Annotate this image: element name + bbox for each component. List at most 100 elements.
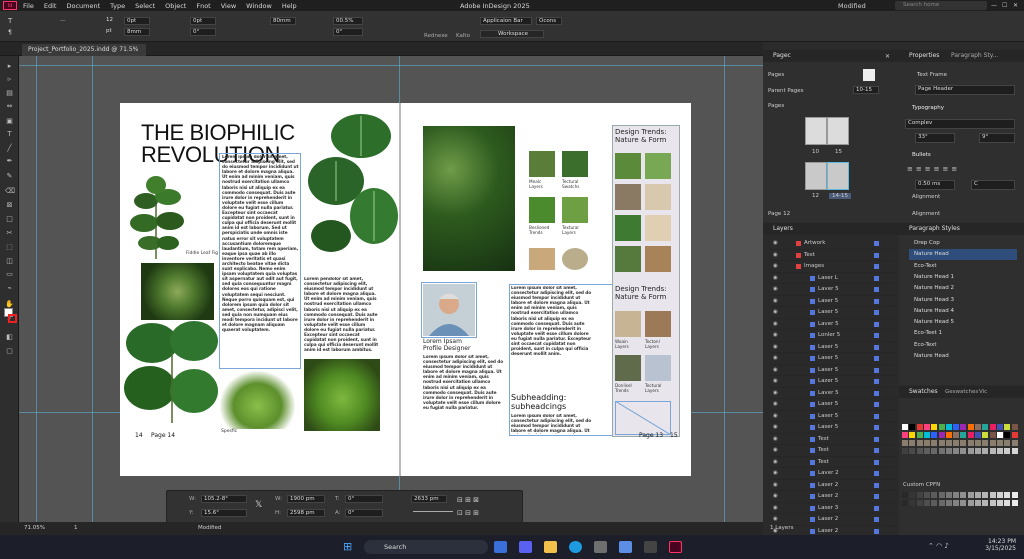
- width-field[interactable]: 80mm: [270, 17, 296, 25]
- color-swatch[interactable]: [916, 440, 923, 446]
- moss-image-1[interactable]: [220, 371, 295, 429]
- visibility-eye-icon[interactable]: ◉: [773, 376, 778, 387]
- menu-view[interactable]: View: [221, 2, 236, 10]
- color-swatch[interactable]: [1004, 424, 1011, 430]
- pencil-tool-icon[interactable]: ✎: [5, 172, 14, 180]
- layer-select-chip[interactable]: [874, 390, 879, 396]
- layer-select-chip[interactable]: [874, 482, 879, 488]
- typography-section[interactable]: Typography: [912, 105, 944, 111]
- angle-field[interactable]: 0°: [333, 28, 363, 36]
- menu-document[interactable]: Document: [66, 2, 100, 10]
- visibility-eye-icon[interactable]: ◉: [773, 284, 778, 295]
- color-swatch[interactable]: [938, 440, 945, 446]
- color-swatch[interactable]: [996, 432, 1003, 438]
- layer-select-chip[interactable]: [874, 471, 879, 476]
- layer-row[interactable]: ◉ Test: [770, 445, 895, 457]
- swatch-image-3[interactable]: [529, 197, 555, 223]
- layer-row[interactable]: ◉ Laser 2: [770, 491, 895, 503]
- color-swatch[interactable]: [975, 432, 981, 438]
- custom-swatch[interactable]: [945, 500, 952, 506]
- custom-swatch[interactable]: [982, 492, 989, 498]
- layer-row[interactable]: ◉ Laser 5: [770, 353, 895, 365]
- custom-swatch[interactable]: [909, 492, 916, 498]
- paragraph-style-item[interactable]: Eco-Text: [909, 261, 1017, 272]
- color-swatch[interactable]: [923, 448, 930, 454]
- layer-select-chip[interactable]: [874, 344, 879, 350]
- task-view-icon[interactable]: [494, 541, 507, 553]
- page-thumb-15[interactable]: [827, 117, 849, 145]
- paragraph-styles-title[interactable]: Paragraph Styles: [899, 223, 1024, 235]
- custom-swatch[interactable]: [960, 492, 967, 498]
- color-swatch[interactable]: [960, 440, 967, 446]
- color-swatch[interactable]: [1011, 432, 1018, 438]
- hand-tool-icon[interactable]: ✋: [5, 300, 14, 308]
- rednexe-label[interactable]: Rednexe: [424, 33, 448, 39]
- color-swatch[interactable]: [945, 440, 952, 446]
- layer-select-chip[interactable]: [874, 367, 879, 373]
- photoshop-icon[interactable]: [644, 541, 657, 553]
- align-center-field[interactable]: C: [971, 180, 1015, 190]
- color-swatch[interactable]: [938, 432, 945, 438]
- color-swatch[interactable]: [1011, 440, 1018, 446]
- layer-select-chip[interactable]: [874, 494, 879, 499]
- custom-swatch[interactable]: [923, 500, 930, 506]
- color-swatch[interactable]: [975, 440, 981, 446]
- color-swatch[interactable]: [953, 432, 960, 438]
- layer-select-chip[interactable]: [874, 379, 879, 384]
- apply-color-icon[interactable]: ◧: [5, 333, 14, 341]
- swatches-tab-2[interactable]: Geswatches: [945, 389, 978, 395]
- custom-swatch[interactable]: [1011, 492, 1018, 498]
- color-swatch[interactable]: [909, 440, 916, 446]
- layer-select-chip[interactable]: [874, 505, 879, 511]
- eraser-tool-icon[interactable]: ⌫: [5, 187, 15, 195]
- eyedropper-tool-icon[interactable]: ⌁: [5, 284, 14, 292]
- visibility-eye-icon[interactable]: ◉: [773, 319, 778, 330]
- color-swatch[interactable]: [1004, 440, 1011, 446]
- custom-swatch[interactable]: [945, 492, 952, 498]
- stroke-weight-line[interactable]: [413, 511, 453, 512]
- layer-row[interactable]: ◉ Test: [770, 434, 895, 445]
- custom-swatch[interactable]: [931, 500, 938, 506]
- color-swatch[interactable]: [967, 424, 974, 430]
- layer-select-chip[interactable]: [874, 425, 879, 430]
- indesign-taskbar-icon[interactable]: [669, 541, 682, 553]
- page-left[interactable]: THE BIOPHILIC REVOLUTION Fiddle Leaf Fig …: [120, 103, 401, 476]
- font-size-field[interactable]: 33°: [915, 133, 955, 143]
- layer-select-chip[interactable]: [874, 298, 879, 304]
- visibility-eye-icon[interactable]: ◉: [773, 261, 778, 272]
- paragraph-styles-tab[interactable]: Paragraph Sty...: [951, 50, 1021, 62]
- pages-panel-title[interactable]: Pagec: [763, 50, 899, 62]
- type-tool-icon[interactable]: T: [5, 130, 14, 138]
- search-field[interactable]: Search home: [895, 1, 987, 10]
- indent-field[interactable]: 0.50 ms: [915, 180, 955, 190]
- color-swatch[interactable]: [1011, 424, 1018, 430]
- workspace-select[interactable]: Workspace: [480, 30, 544, 38]
- y-offset-field[interactable]: 8mm: [124, 28, 150, 36]
- custom-swatch[interactable]: [916, 492, 923, 498]
- layer-select-chip[interactable]: [874, 517, 879, 522]
- stroke-swatch[interactable]: [8, 314, 17, 323]
- layer-row[interactable]: ◉ Lonler 5: [770, 330, 895, 342]
- trend-image-3[interactable]: [615, 184, 641, 210]
- layer-row[interactable]: ◉ Laser 5: [770, 411, 895, 422]
- menu-select[interactable]: Select: [135, 2, 155, 10]
- custom-swatch[interactable]: [902, 492, 908, 498]
- windows-start-icon[interactable]: ⊞: [343, 541, 355, 553]
- custom-swatch[interactable]: [938, 492, 945, 498]
- color-swatch[interactable]: [975, 424, 981, 430]
- visibility-eye-icon[interactable]: ◉: [773, 480, 778, 491]
- t-field[interactable]: 0°: [345, 495, 383, 503]
- color-swatch[interactable]: [916, 448, 923, 454]
- line-tool-icon[interactable]: ╱: [5, 144, 14, 152]
- visibility-eye-icon[interactable]: ◉: [773, 468, 778, 479]
- layer-select-chip[interactable]: [874, 275, 879, 281]
- w-field[interactable]: 0pt: [190, 17, 216, 25]
- layer-select-chip[interactable]: [874, 459, 879, 465]
- visibility-eye-icon[interactable]: ◉: [773, 514, 778, 525]
- color-swatch[interactable]: [967, 440, 974, 446]
- visibility-eye-icon[interactable]: ◉: [773, 330, 778, 341]
- color-swatch[interactable]: [960, 424, 967, 430]
- swatch-image-1[interactable]: [529, 151, 555, 177]
- visibility-eye-icon[interactable]: ◉: [773, 422, 778, 433]
- custom-swatch[interactable]: [975, 492, 981, 498]
